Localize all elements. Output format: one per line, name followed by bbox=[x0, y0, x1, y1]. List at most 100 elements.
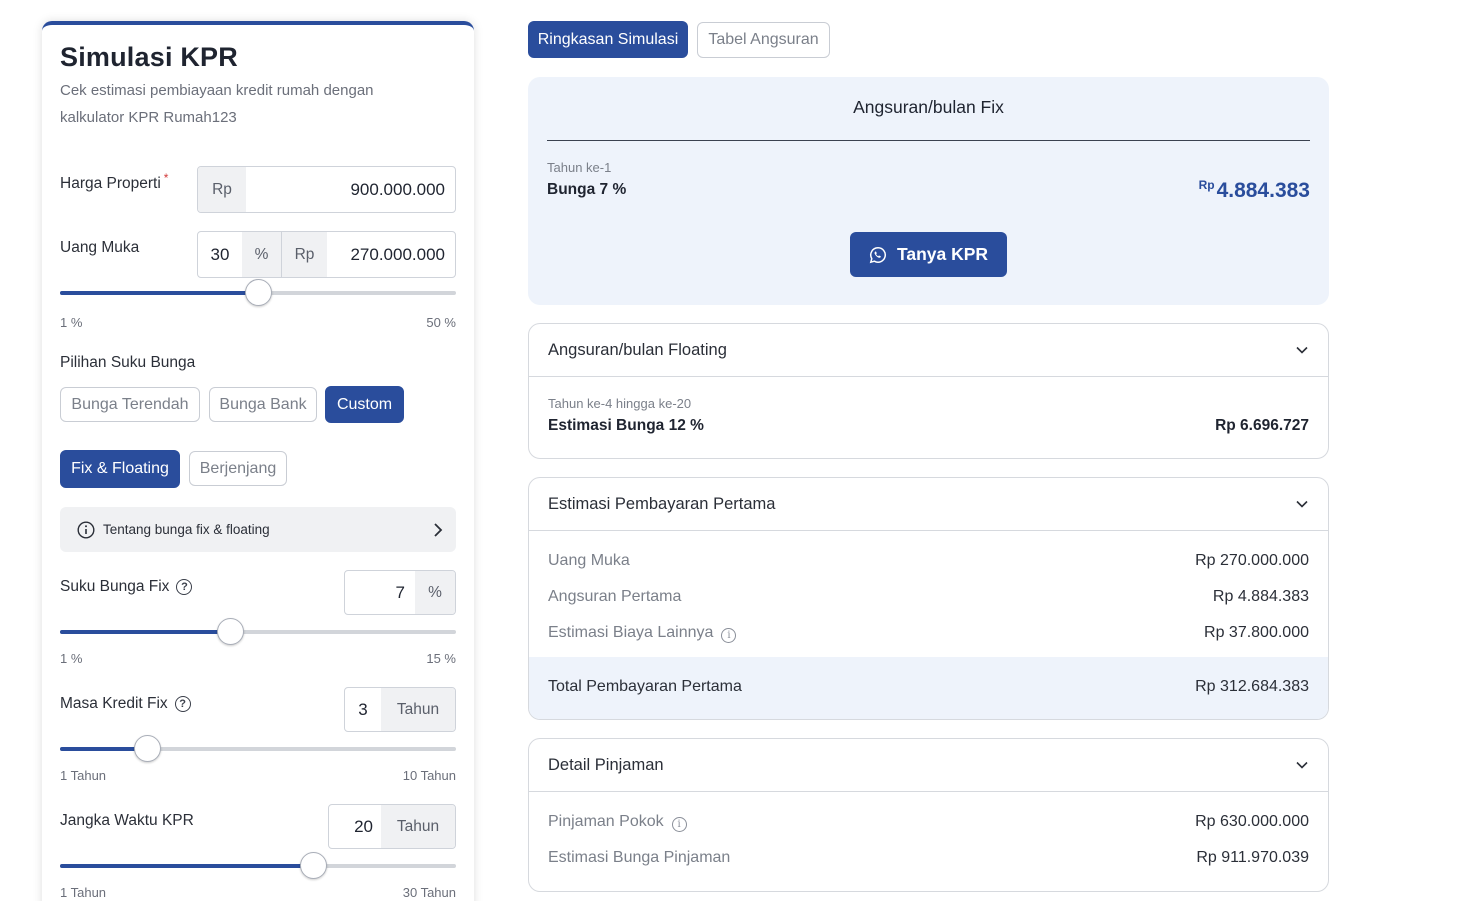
row-label: Estimasi Biaya Lainnya bbox=[548, 624, 714, 641]
masa-fix-input[interactable]: 3 bbox=[345, 688, 381, 731]
uang-muka-field[interactable]: 30 % Rp 270.000.000 bbox=[197, 231, 456, 278]
percent-suffix: % bbox=[242, 232, 281, 277]
row-value: Rp 911.970.039 bbox=[1196, 849, 1309, 866]
slider-fill bbox=[60, 864, 313, 868]
uang-muka-amount-input[interactable]: 270.000.000 bbox=[327, 232, 455, 277]
harga-properti-label-text: Harga Properti bbox=[60, 175, 161, 192]
slider-thumb[interactable] bbox=[134, 735, 161, 762]
fix-rate-label: Bunga 7 % bbox=[547, 181, 627, 198]
summary-row: Estimasi Biaya Lainnya i Rp 37.800.000 bbox=[548, 624, 1309, 643]
option-fix-floating[interactable]: Fix & Floating bbox=[60, 450, 180, 488]
harga-properti-label: Harga Properti * bbox=[60, 171, 168, 193]
row-value: Rp 4.884.383 bbox=[1212, 588, 1309, 605]
bunga-fix-slider[interactable] bbox=[60, 618, 456, 645]
row-label: Uang Muka bbox=[548, 552, 630, 569]
detail-row: Estimasi Bunga Pinjaman Rp 911.970.039 bbox=[548, 849, 1309, 867]
slider-min-label: 1 Tahun bbox=[60, 885, 107, 900]
pembayaran-pertama-accordion: Estimasi Pembayaran Pertama Uang Muka Rp… bbox=[528, 477, 1329, 720]
accordion-header[interactable]: Estimasi Pembayaran Pertama bbox=[529, 478, 1328, 531]
total-label: Total Pembayaran Pertama bbox=[548, 678, 742, 695]
rupiah-prefix: Rp bbox=[198, 167, 246, 212]
slider-min-label: 1 % bbox=[60, 315, 83, 330]
slider-thumb[interactable] bbox=[300, 852, 327, 879]
option-bunga-terendah[interactable]: Bunga Terendah bbox=[60, 387, 200, 422]
detail-row: Pinjaman Pokok i Rp 630.000.000 bbox=[548, 813, 1309, 832]
currency-prefix: Rp bbox=[1198, 178, 1215, 192]
row-label: Pinjaman Pokok bbox=[548, 813, 664, 830]
chevron-down-icon bbox=[1296, 500, 1308, 508]
slider-thumb[interactable] bbox=[245, 279, 272, 306]
chevron-right-icon bbox=[434, 522, 443, 537]
help-icon[interactable]: ? bbox=[176, 579, 193, 595]
angsuran-fix-title: Angsuran/bulan Fix bbox=[853, 97, 1004, 117]
option-berjenjang[interactable]: Berjenjang bbox=[189, 451, 287, 486]
tab-ringkasan-simulasi[interactable]: Ringkasan Simulasi bbox=[528, 21, 688, 58]
rupiah-prefix: Rp bbox=[281, 232, 327, 277]
harga-properti-field[interactable]: Rp 900.000.000 bbox=[197, 166, 456, 213]
slider-max-label: 15 % bbox=[426, 651, 456, 666]
bunga-fix-label: Suku Bunga Fix? bbox=[60, 578, 193, 596]
floating-rate-label: Estimasi Bunga 12 % bbox=[548, 417, 704, 434]
tanya-kpr-button[interactable]: Tanya KPR bbox=[850, 232, 1007, 277]
row-value: Rp 37.800.000 bbox=[1204, 624, 1309, 641]
row-label: Estimasi Bunga Pinjaman bbox=[548, 849, 731, 866]
summary-row: Uang Muka Rp 270.000.000 bbox=[548, 552, 1309, 570]
whatsapp-icon bbox=[869, 246, 886, 263]
slider-fill bbox=[60, 630, 230, 634]
angsuran-fix-panel: Angsuran/bulan Fix Tahun ke-1 Bunga 7 % … bbox=[528, 77, 1329, 305]
masa-fix-slider[interactable] bbox=[60, 735, 456, 762]
bunga-fix-input[interactable]: 7 bbox=[345, 571, 415, 614]
total-row: Total Pembayaran Pertama Rp 312.684.383 bbox=[548, 678, 1309, 696]
info-icon[interactable]: i bbox=[671, 817, 687, 832]
option-bunga-bank[interactable]: Bunga Bank bbox=[209, 387, 317, 422]
info-text: Tentang bunga fix & floating bbox=[103, 522, 270, 537]
jangka-waktu-field[interactable]: 20 Tahun bbox=[328, 804, 456, 849]
slider-fill bbox=[60, 291, 258, 295]
harga-properti-input[interactable]: 900.000.000 bbox=[246, 167, 455, 212]
row-value: Rp 270.000.000 bbox=[1195, 552, 1309, 569]
tahun-suffix: Tahun bbox=[381, 805, 455, 848]
accordion-header[interactable]: Angsuran/bulan Floating bbox=[529, 324, 1328, 377]
slider-max-label: 10 Tahun bbox=[402, 768, 456, 783]
accordion-title: Detail Pinjaman bbox=[548, 755, 664, 774]
percent-suffix: % bbox=[415, 571, 455, 614]
masa-fix-label: Masa Kredit Fix? bbox=[60, 695, 191, 713]
total-value: Rp 312.684.383 bbox=[1195, 678, 1309, 695]
slider-max-label: 30 Tahun bbox=[402, 885, 456, 900]
uang-muka-slider[interactable] bbox=[60, 279, 456, 306]
fix-amount: Rp4.884.383 bbox=[1199, 178, 1310, 203]
slider-max-label: 50 % bbox=[426, 315, 456, 330]
masa-fix-field[interactable]: 3 Tahun bbox=[344, 687, 456, 732]
page-subtitle: Cek estimasi pembiayaan kredit rumah den… bbox=[60, 82, 374, 126]
tahun-suffix: Tahun bbox=[381, 688, 455, 731]
row-value: Rp 630.000.000 bbox=[1195, 813, 1309, 830]
info-icon[interactable]: i bbox=[721, 628, 737, 643]
floating-year-label: Tahun ke-4 hingga ke-20 bbox=[548, 396, 692, 411]
divider bbox=[547, 140, 1310, 141]
jangka-waktu-input[interactable]: 20 bbox=[329, 805, 381, 848]
info-fix-floating-link[interactable]: Tentang bunga fix & floating bbox=[60, 507, 456, 552]
fix-amount-value: 4.884.383 bbox=[1216, 179, 1310, 202]
slider-thumb[interactable] bbox=[217, 618, 244, 645]
required-mark: * bbox=[163, 171, 169, 185]
fix-year-label: Tahun ke-1 bbox=[547, 160, 612, 175]
suku-bunga-label: Pilihan Suku Bunga bbox=[60, 354, 196, 371]
detail-pinjaman-accordion: Detail Pinjaman Pinjaman Pokok i Rp 630.0… bbox=[528, 738, 1329, 892]
row-label-with-info: Estimasi Biaya Lainnya i bbox=[548, 624, 737, 643]
uang-muka-percent-input[interactable]: 30 bbox=[198, 232, 242, 277]
chevron-down-icon bbox=[1296, 761, 1308, 769]
jangka-waktu-slider[interactable] bbox=[60, 852, 456, 879]
accordion-header[interactable]: Detail Pinjaman bbox=[529, 739, 1328, 792]
info-icon bbox=[77, 520, 95, 539]
option-custom[interactable]: Custom bbox=[325, 386, 404, 423]
row-label-with-info: Pinjaman Pokok i bbox=[548, 813, 687, 832]
floating-amount: Rp 6.696.727 bbox=[1215, 417, 1309, 434]
tanya-kpr-label: Tanya KPR bbox=[896, 244, 989, 264]
angsuran-floating-accordion: Angsuran/bulan Floating Tahun ke-4 hingg… bbox=[528, 323, 1329, 459]
jangka-waktu-label: Jangka Waktu KPR bbox=[60, 812, 194, 829]
tab-tabel-angsuran[interactable]: Tabel Angsuran bbox=[697, 22, 830, 58]
bunga-fix-field[interactable]: 7 % bbox=[344, 570, 456, 615]
page-title: Simulasi KPR bbox=[60, 42, 238, 72]
masa-fix-label-text: Masa Kredit Fix bbox=[60, 695, 168, 712]
help-icon[interactable]: ? bbox=[174, 696, 191, 712]
